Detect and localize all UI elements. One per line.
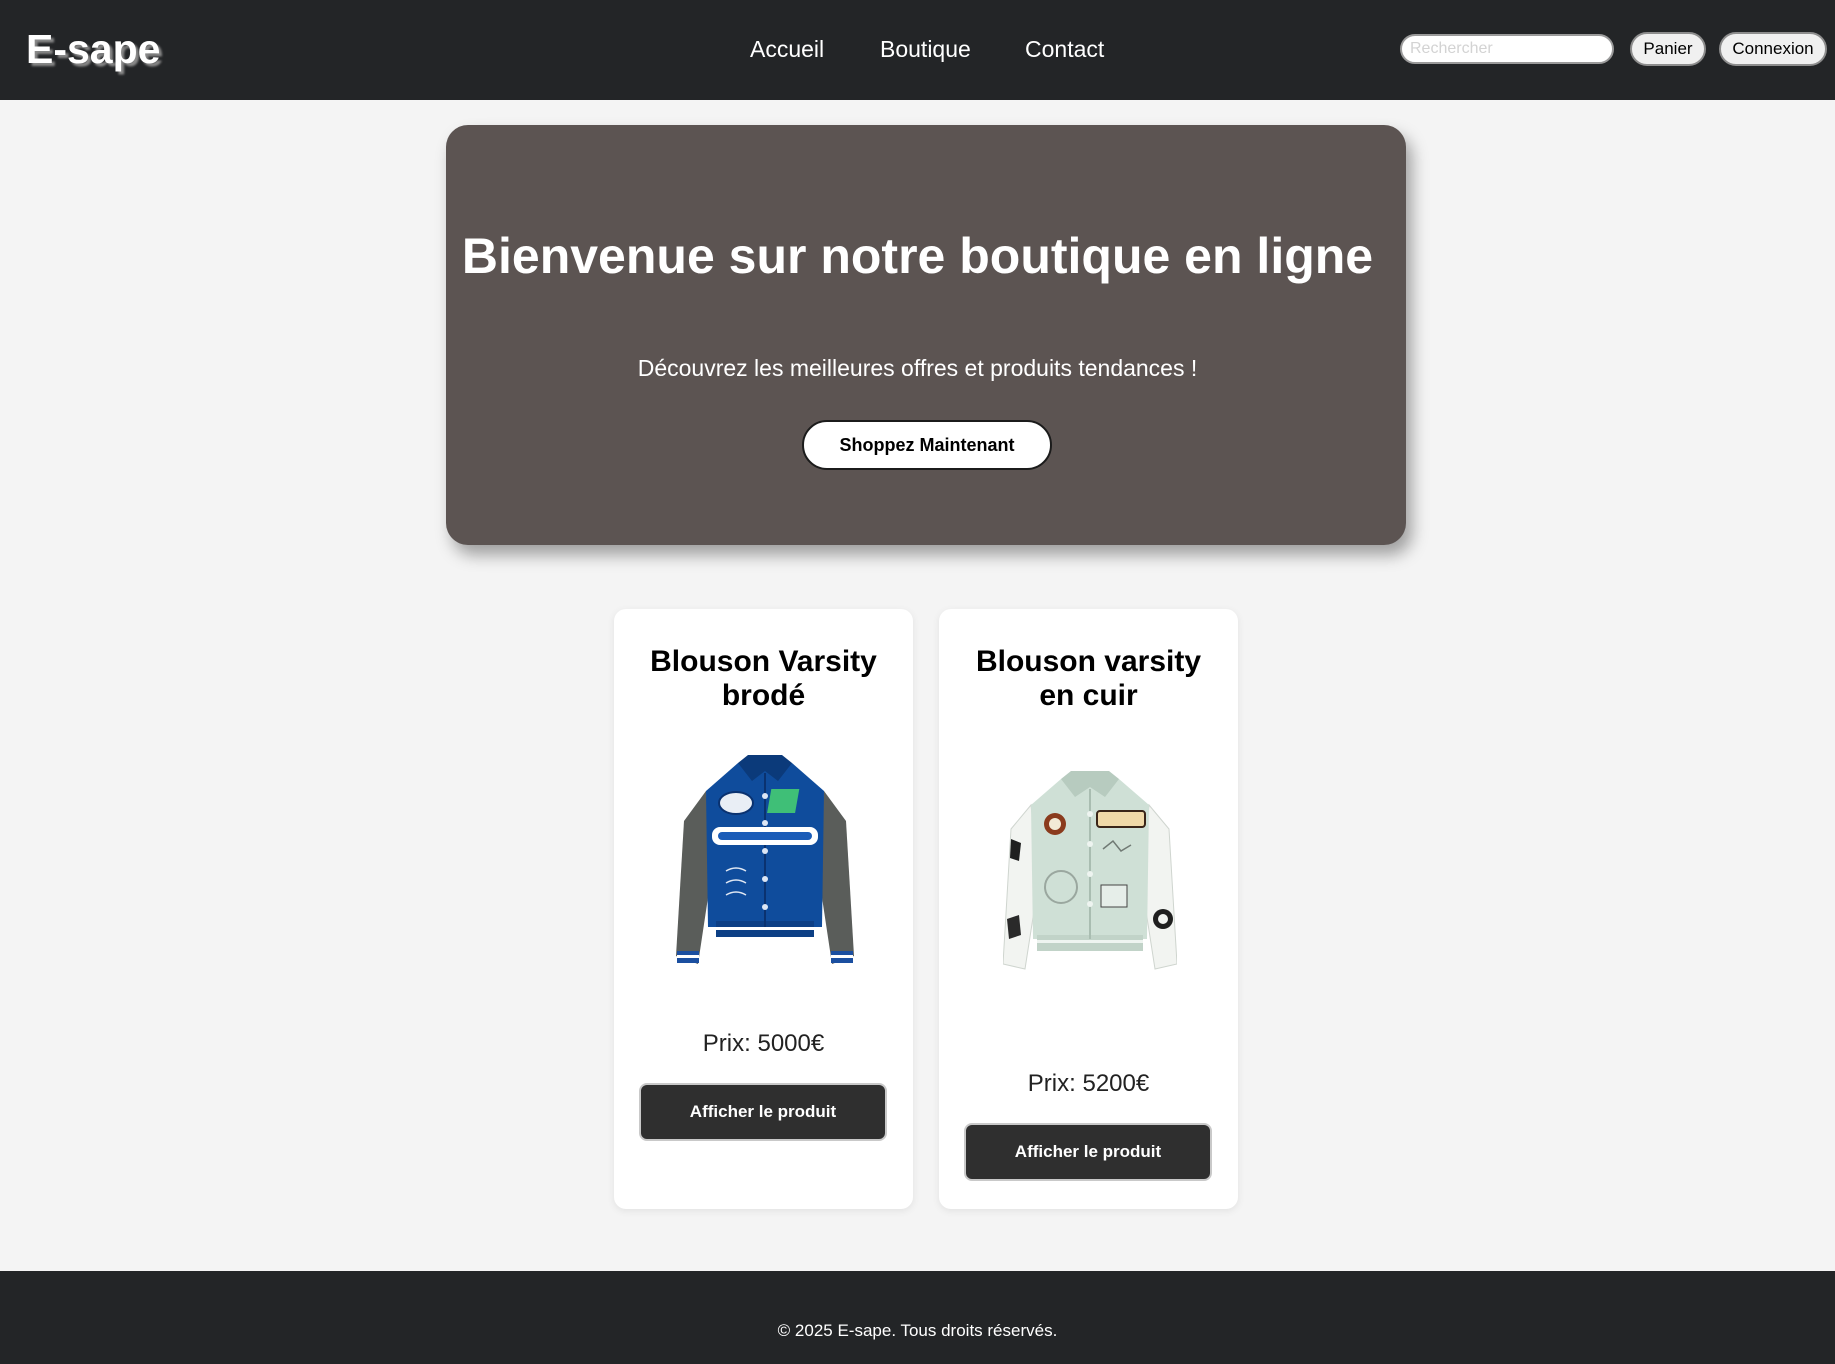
hero-title: Bienvenue sur notre boutique en ligne (461, 228, 1374, 284)
product-price: Prix: 5200€ (1027, 1070, 1150, 1097)
cart-button[interactable]: Panier (1630, 32, 1706, 66)
nav-link-boutique[interactable]: Boutique (880, 34, 971, 64)
nav-link-accueil[interactable]: Accueil (750, 34, 824, 64)
product-title-line: Blouson varsity (975, 645, 1202, 678)
product-title-line: brodé (721, 679, 806, 712)
product-title-line: Blouson Varsity (650, 645, 877, 678)
mint-leather-varsity-jacket-image[interactable] (1003, 769, 1177, 979)
hero-subtitle: Découvrez les meilleures offres et produ… (637, 355, 1198, 381)
site-footer: © 2025 E-sape. Tous droits réservés. (0, 1271, 1835, 1364)
view-product-button[interactable]: Afficher le produit (639, 1083, 887, 1141)
product-title: Blouson varsity en cuir (939, 645, 1238, 713)
login-button[interactable]: Connexion (1719, 32, 1827, 66)
hero-banner (446, 125, 1406, 545)
nav-link-contact[interactable]: Contact (1025, 34, 1104, 64)
view-product-button[interactable]: Afficher le produit (964, 1123, 1212, 1181)
shop-now-button[interactable]: Shoppez Maintenant (802, 420, 1052, 470)
product-title-line: en cuir (1039, 679, 1138, 712)
site-logo[interactable]: E-sape (26, 24, 160, 74)
product-card: Blouson varsity en cuir Prix: 5200€ Affi… (939, 609, 1238, 1209)
top-navbar: E-sape Accueil Boutique Contact Panier C… (0, 0, 1835, 100)
product-title: Blouson Varsity brodé (614, 645, 913, 713)
search-input[interactable] (1400, 34, 1614, 64)
copyright-text: © 2025 E-sape. Tous droits réservés. (777, 1321, 1058, 1340)
product-price: Prix: 5000€ (702, 1030, 825, 1057)
product-card: Blouson Varsity brodé Prix: 5000€ Affich… (614, 609, 913, 1209)
blue-varsity-jacket-image[interactable] (676, 751, 854, 976)
